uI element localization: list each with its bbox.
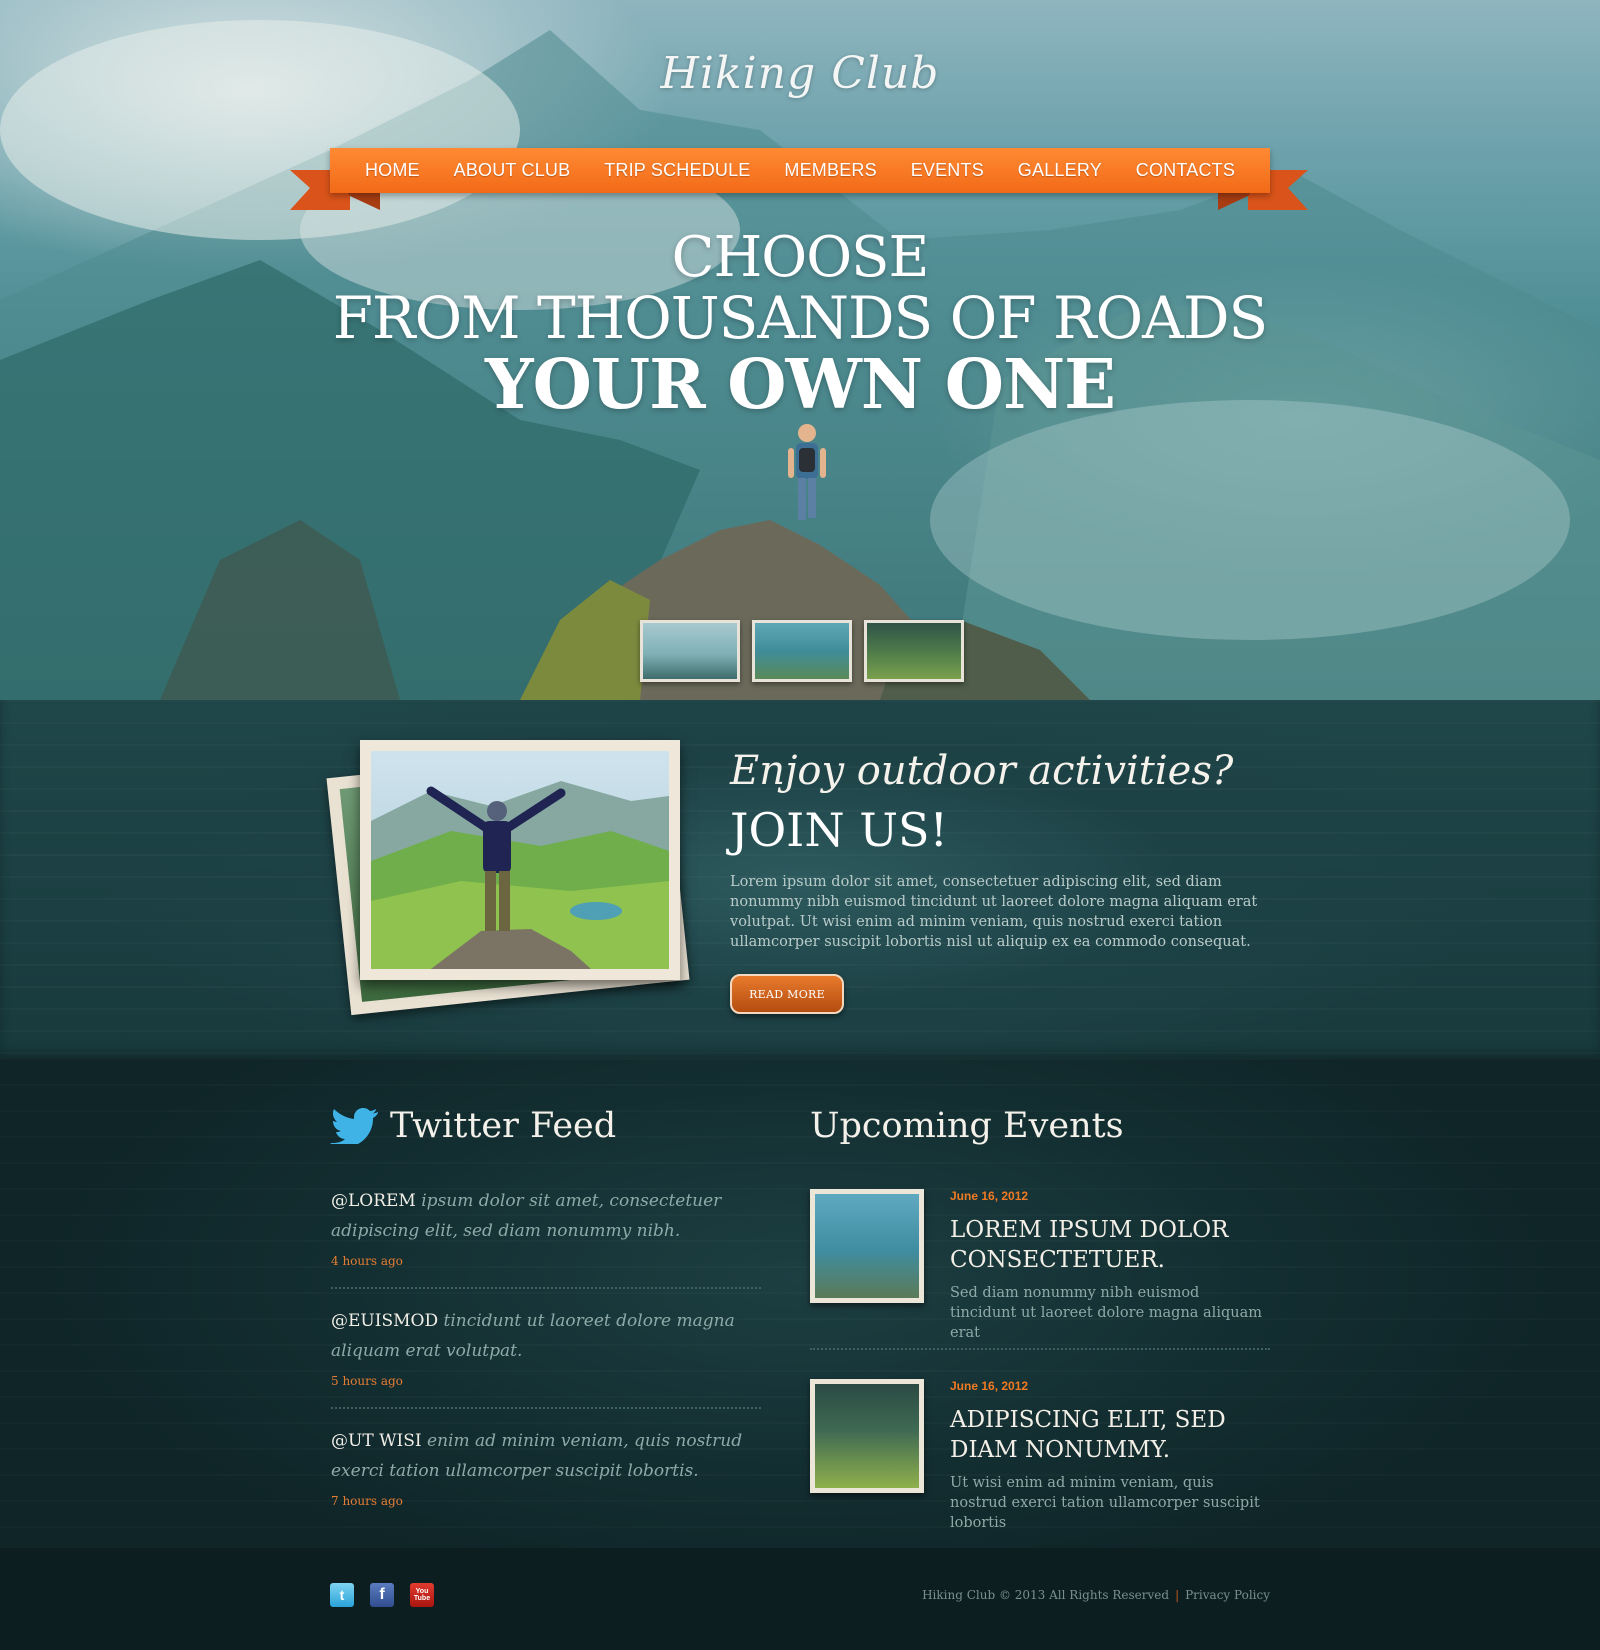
nav-home[interactable]: HOME [365, 160, 420, 181]
youtube-icon[interactable]: You Tube [410, 1583, 434, 1607]
nav-about-club[interactable]: ABOUT CLUB [454, 160, 571, 181]
hero-heading-line1: CHOOSE [671, 225, 930, 290]
site-logo[interactable]: Hiking Club [0, 48, 1600, 99]
slider-thumb-3[interactable] [864, 620, 964, 682]
copyright-text: Hiking Club © 2013 All Rights Reserved [922, 1588, 1170, 1602]
event-divider [810, 1348, 1270, 1350]
tweet-item: @UT WISI enim ad minim veniam, quis nost… [331, 1426, 761, 1508]
tweet-time[interactable]: 4 hours ago [331, 1254, 761, 1268]
hero-heading-line2: FROM THOUSANDS OF ROADS [332, 284, 1269, 352]
event-thumbnail[interactable] [810, 1189, 924, 1303]
upcoming-events-title: Upcoming Events [810, 1106, 1124, 1146]
event-item: June 16, 2012 LOREM IPSUM DOLOR CONSECTE… [810, 1189, 1270, 1341]
event-item: June 16, 2012 ADIPISCING ELIT, SED DIAM … [810, 1379, 1270, 1531]
tweet-divider [331, 1407, 761, 1409]
tweet-handle[interactable]: @EUISMOD [331, 1311, 438, 1331]
hero-heading-line3: YOUR OWN ONE [485, 345, 1116, 425]
tweet-item: @EUISMOD tincidunt ut laoreet dolore mag… [331, 1306, 761, 1388]
tweet-handle[interactable]: @LOREM [331, 1191, 416, 1211]
footer-copyright-bar: Hiking Club © 2013 All Rights Reserved | P… [922, 1588, 1270, 1602]
event-description: Sed diam nonummy nibh euismod tincidunt … [950, 1285, 1262, 1341]
tweet-time[interactable]: 7 hours ago [331, 1494, 761, 1508]
nav-events[interactable]: EVENTS [911, 160, 984, 181]
slider-thumb-1[interactable] [640, 620, 740, 682]
footer [0, 1548, 1600, 1650]
nav-contacts[interactable]: CONTACTS [1136, 160, 1235, 181]
join-tagline: Enjoy outdoor activities? [730, 748, 1234, 794]
featured-photo-image [371, 751, 669, 969]
event-description: Ut wisi enim ad minim veniam, quis nostr… [950, 1475, 1260, 1531]
tweet-text: @LOREM ipsum dolor sit amet, consectetue… [331, 1186, 761, 1246]
event-title[interactable]: LOREM IPSUM DOLOR CONSECTETUER. [950, 1215, 1270, 1275]
tweet-time[interactable]: 5 hours ago [331, 1374, 761, 1388]
join-description: Lorem ipsum dolor sit amet, consectetuer… [730, 874, 1258, 950]
tweet-text: @EUISMOD tincidunt ut laoreet dolore mag… [331, 1306, 761, 1366]
tweet-divider [331, 1287, 761, 1289]
nav-trip-schedule[interactable]: TRIP SCHEDULE [604, 160, 750, 181]
twitter-bird-icon [330, 1108, 378, 1144]
tweet-item: @LOREM ipsum dolor sit amet, consectetue… [331, 1186, 761, 1268]
join-title: JOIN US! [730, 803, 948, 857]
featured-photo [360, 740, 680, 980]
facebook-icon[interactable]: f [370, 1583, 394, 1607]
tweet-text: @UT WISI enim ad minim veniam, quis nost… [331, 1426, 761, 1486]
slider-thumbnails [640, 620, 964, 682]
read-more-button[interactable]: READ MORE [730, 974, 844, 1014]
privacy-policy-link[interactable]: Privacy Policy [1185, 1588, 1270, 1602]
twitter-icon[interactable]: t [330, 1583, 354, 1607]
youtube-icon-line2: Tube [413, 1595, 431, 1602]
nav-members[interactable]: MEMBERS [784, 160, 876, 181]
content-section [0, 1058, 1600, 1548]
nav-gallery[interactable]: GALLERY [1018, 160, 1102, 181]
youtube-icon-line1: You [415, 1588, 429, 1595]
slider-thumb-2[interactable] [752, 620, 852, 682]
tweet-handle[interactable]: @UT WISI [331, 1431, 422, 1451]
event-date: June 16, 2012 [950, 1379, 1029, 1393]
footer-separator: | [1175, 1588, 1180, 1602]
event-title[interactable]: ADIPISCING ELIT, SED DIAM NONUMMY. [950, 1405, 1270, 1465]
hero-banner: Hiking Club HOME ABOUT CLUB TRIP SCHEDUL… [0, 0, 1600, 700]
event-date: June 16, 2012 [950, 1189, 1029, 1203]
twitter-feed-title: Twitter Feed [390, 1106, 617, 1146]
event-thumbnail[interactable] [810, 1379, 924, 1493]
main-navigation: HOME ABOUT CLUB TRIP SCHEDULE MEMBERS EV… [330, 148, 1270, 193]
